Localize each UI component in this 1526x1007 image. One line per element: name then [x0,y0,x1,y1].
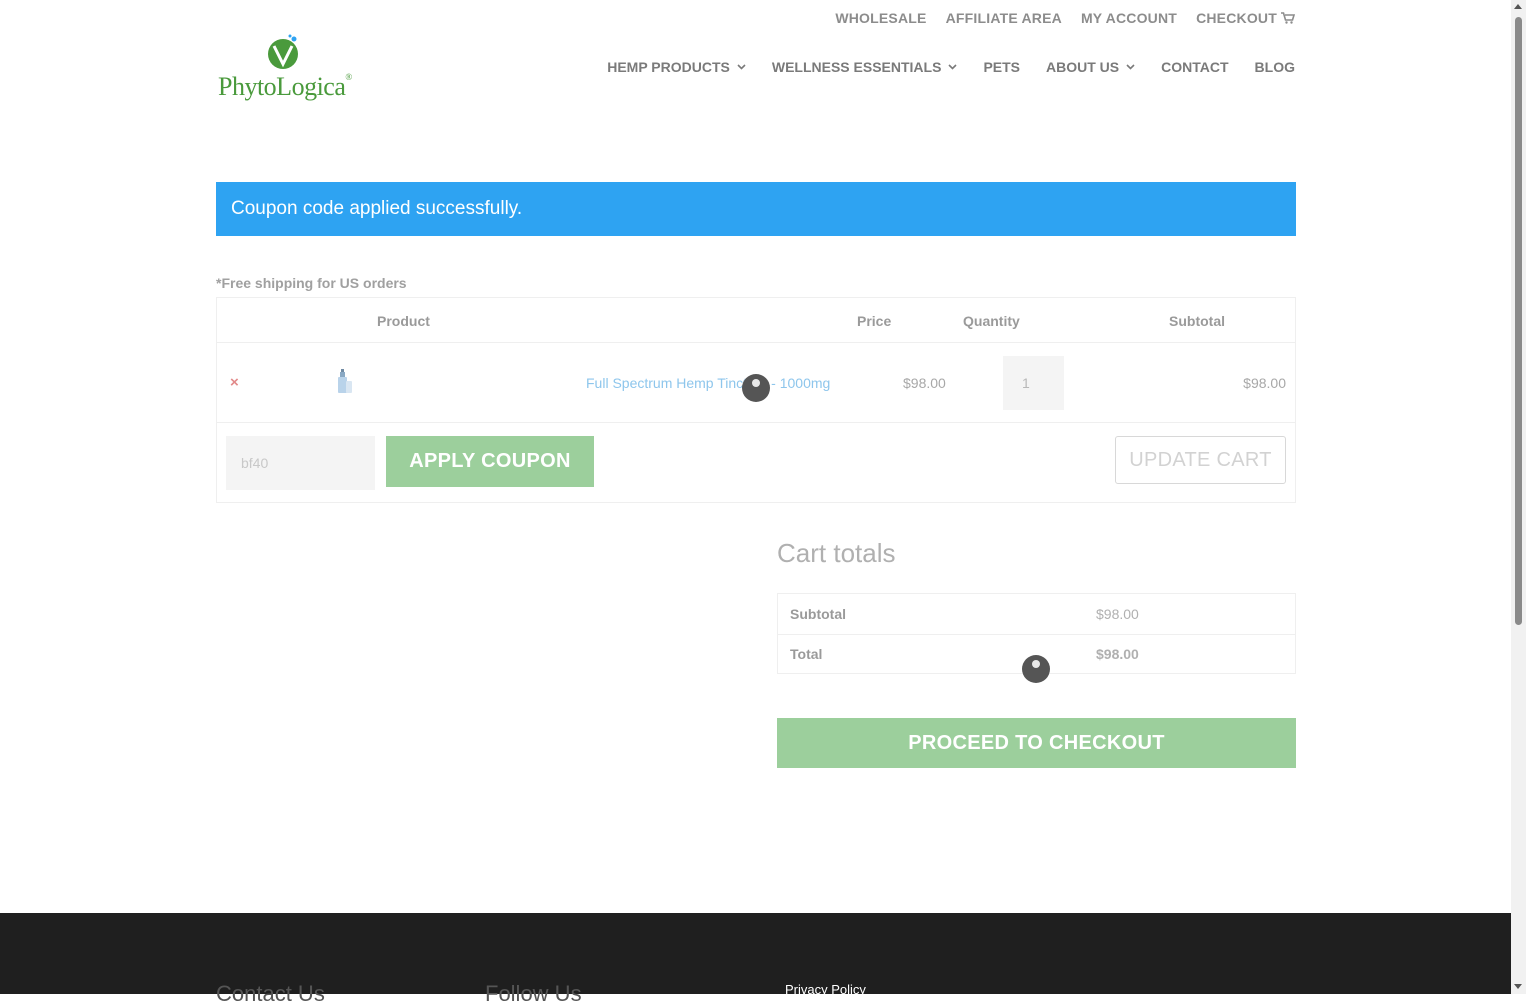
site-logo[interactable]: PhytoLogica® [218,34,353,104]
nav-about-us-label: ABOUT US [1046,59,1120,75]
free-shipping-note: *Free shipping for US orders [216,275,407,291]
divider [217,342,1295,343]
product-name-link[interactable]: Full Spectrum Hemp Tincture - 1000mg [586,375,830,391]
affiliate-area-link[interactable]: AFFILIATE AREA [946,10,1062,26]
footer-contact-heading: Contact Us [216,981,325,1006]
coupon-code-input[interactable] [226,436,375,490]
nav-about-us[interactable]: ABOUT US [1046,59,1135,75]
nav-contact-label: CONTACT [1161,59,1229,75]
chevron-down-icon [737,64,746,70]
wholesale-link[interactable]: WHOLESALE [835,10,926,26]
nav-wellness-essentials[interactable]: WELLNESS ESSENTIALS [772,59,958,75]
remove-item-button[interactable]: × [230,374,239,391]
main-nav: HEMP PRODUCTS WELLNESS ESSENTIALS PETS A… [607,59,1295,75]
checkout-link[interactable]: CHECKOUT [1196,10,1295,26]
top-links: WHOLESALE AFFILIATE AREA MY ACCOUNT CHEC… [835,10,1295,26]
total-label: Total [790,646,823,662]
logo-wordmark: PhytoLogica® [218,72,352,101]
subtotal-value: $98.00 [1096,606,1139,622]
my-account-link[interactable]: MY ACCOUNT [1081,10,1177,26]
total-value: $98.00 [1096,646,1139,662]
coupon-success-notice: Coupon code applied successfully. [216,182,1296,236]
nav-pets-label: PETS [983,59,1021,75]
site-footer: Contact Us Follow Us Privacy Policy [0,913,1511,1006]
scroll-down-arrow-icon[interactable] [1514,984,1522,989]
item-subtotal: $98.00 [1243,375,1286,391]
header-product: Product [377,313,430,329]
chevron-down-icon [1126,64,1135,70]
product-thumbnail[interactable] [335,368,353,394]
nav-pets[interactable]: PETS [983,59,1020,75]
subtotal-label: Subtotal [790,606,846,622]
footer-follow-heading: Follow Us [485,981,582,1006]
loading-spinner-icon [742,374,770,402]
logo-text: PhytoLogica [218,72,346,101]
update-cart-button[interactable]: UPDATE CART [1115,436,1286,484]
chevron-down-icon [948,64,958,70]
nav-hemp-products[interactable]: HEMP PRODUCTS [607,59,746,75]
privacy-policy-link[interactable]: Privacy Policy [785,982,866,997]
cart-totals-heading: Cart totals [777,538,896,568]
quantity-input[interactable] [1003,356,1064,410]
nav-wellness-essentials-label: WELLNESS ESSENTIALS [771,59,942,75]
checkout-link-label: CHECKOUT [1196,10,1277,26]
proceed-to-checkout-button[interactable]: PROCEED TO CHECKOUT [777,718,1296,768]
leaf-v-logo-icon [268,34,298,69]
scroll-up-arrow-icon[interactable] [1514,4,1522,9]
nav-blog-label: BLOG [1254,59,1295,75]
nav-contact[interactable]: CONTACT [1161,59,1228,75]
nav-hemp-products-label: HEMP PRODUCTS [607,59,730,75]
apply-coupon-button[interactable]: APPLY COUPON [386,436,594,487]
nav-blog[interactable]: BLOG [1255,59,1295,75]
header-subtotal: Subtotal [1169,313,1225,329]
loading-spinner-icon [1022,655,1050,683]
header-price: Price [857,313,892,329]
divider [778,634,1295,635]
cart-icon [1281,12,1295,24]
item-price: $98.00 [903,375,946,391]
scrollbar[interactable] [1511,0,1526,994]
scroll-thumb[interactable] [1515,17,1522,625]
divider [217,422,1295,423]
header-quantity: Quantity [963,313,1020,329]
